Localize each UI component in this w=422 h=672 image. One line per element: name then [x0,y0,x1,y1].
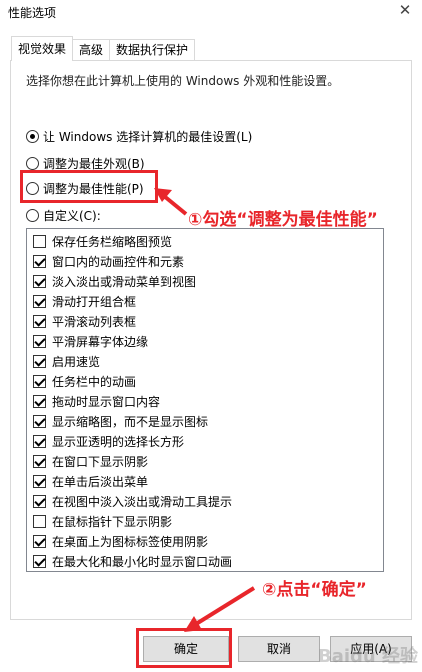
list-item[interactable]: 在鼠标指针下显示阴影 [33,512,172,530]
radio-button[interactable] [26,130,39,143]
radio-button[interactable] [26,209,39,222]
list-item[interactable]: 平滑滚动列表框 [33,312,136,330]
radio-custom[interactable]: 自定义(C): [26,207,101,224]
checkbox[interactable] [33,494,46,508]
tab-visual-effects[interactable]: 视觉效果 [11,36,74,61]
watermark-logo: Baidu 经验 [317,646,418,667]
radio-label: 让 Windows 选择计算机的最佳设置(L) [43,130,253,144]
checkbox[interactable] [33,374,46,388]
close-icon[interactable]: ✕ [394,0,416,20]
list-item[interactable]: 在窗口下显示阴影 [33,452,148,470]
checkbox[interactable] [33,294,46,308]
radio-label: 自定义(C): [43,209,101,223]
list-item[interactable]: 在桌面上为图标标签使用阴影 [33,532,208,550]
visual-effects-list[interactable]: 保存任务栏缩略图预览 窗口内的动画控件和元素 淡入淡出或滑动菜单到视图 滑动打开… [26,228,384,572]
checkbox-label: 滑动打开组合框 [52,294,137,309]
checkbox[interactable] [33,234,46,248]
annotation-step2: ②点击“确定” [262,580,367,600]
list-item[interactable]: 淡入淡出或滑动菜单到视图 [33,272,196,290]
intro-text: 选择你想在此计算机上使用的 Windows 外观和性能设置。 [26,74,340,88]
checkbox[interactable] [33,394,46,408]
checkbox-label: 显示缩略图，而不是显示图标 [52,414,209,429]
list-item[interactable]: 保存任务栏缩略图预览 [33,232,172,250]
checkbox-label: 拖动时显示窗口内容 [52,394,161,409]
checkbox[interactable] [33,454,46,468]
highlight-best-performance [20,170,158,203]
tab-data-execution-prevention[interactable]: 数据执行保护 [109,39,196,61]
checkbox[interactable] [33,334,46,348]
checkbox[interactable] [33,554,46,568]
checkbox[interactable] [33,314,46,328]
checkbox-label: 任务栏中的动画 [52,374,137,389]
window-title: 性能选项 [8,6,57,20]
list-item[interactable]: 显示缩略图，而不是显示图标 [33,412,208,430]
checkbox[interactable] [33,534,46,548]
highlight-ok-button [136,628,232,668]
checkbox[interactable] [33,474,46,488]
checkbox[interactable] [33,414,46,428]
list-item[interactable]: 在单击后淡出菜单 [33,472,148,490]
checkbox-label: 平滑屏幕字体边缘 [52,334,149,349]
list-item[interactable]: 滑动打开组合框 [33,292,136,310]
checkbox[interactable] [33,434,46,448]
tab-strip: 视觉效果 高级 数据执行保护 [11,36,196,61]
checkbox[interactable] [33,254,46,268]
list-item[interactable]: 在最大化和最小化时显示窗口动画 [33,552,232,570]
radio-let-windows-choose[interactable]: 让 Windows 选择计算机的最佳设置(L) [26,128,252,145]
checkbox-label: 在最大化和最小化时显示窗口动画 [52,554,233,569]
checkbox-label: 保存任务栏缩略图预览 [52,234,173,249]
list-item[interactable]: 拖动时显示窗口内容 [33,392,160,410]
list-item[interactable]: 窗口内的动画控件和元素 [33,252,184,270]
annotation-step1: ①勾选“调整为最佳性能” [188,210,378,230]
list-item[interactable]: 平滑屏幕字体边缘 [33,332,148,350]
radio-button[interactable] [26,157,39,170]
checkbox-label: 在视图中淡入淡出或滑动工具提示 [52,494,233,509]
list-item[interactable]: 启用速览 [33,352,100,370]
checkbox[interactable] [33,274,46,288]
cancel-button[interactable]: 取消 [238,636,320,662]
title-bar: 性能选项 ✕ [0,0,422,22]
checkbox-label: 在鼠标指针下显示阴影 [52,514,173,529]
checkbox-label: 窗口内的动画控件和元素 [52,254,185,269]
checkbox-label: 在窗口下显示阴影 [52,454,149,469]
checkbox-label: 平滑滚动列表框 [52,314,137,329]
checkbox-label: 在单击后淡出菜单 [52,474,149,489]
tab-advanced[interactable]: 高级 [72,39,111,61]
list-item[interactable]: 在视图中淡入淡出或滑动工具提示 [33,492,232,510]
list-item[interactable]: 显示亚透明的选择长方形 [33,432,184,450]
list-item[interactable]: 任务栏中的动画 [33,372,136,390]
checkbox-label: 淡入淡出或滑动菜单到视图 [52,274,197,289]
checkbox[interactable] [33,514,46,528]
checkbox-label: 在桌面上为图标标签使用阴影 [52,534,209,549]
checkbox-label: 显示亚透明的选择长方形 [52,434,185,449]
checkbox-label: 启用速览 [52,354,101,369]
checkbox[interactable] [33,354,46,368]
